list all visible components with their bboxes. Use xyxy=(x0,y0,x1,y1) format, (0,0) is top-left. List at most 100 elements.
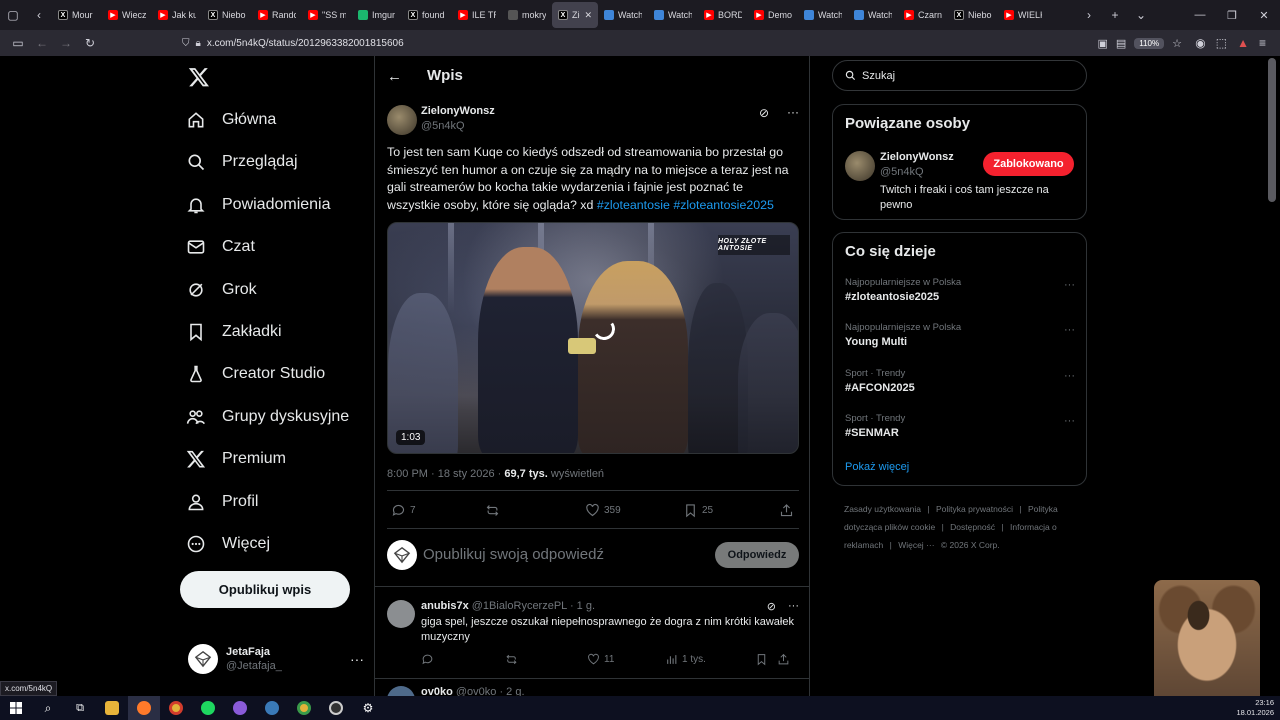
trend-item[interactable]: Sport · Trendy #AFCON2025 ··· xyxy=(845,368,1075,394)
sidebar-toggle-icon[interactable]: ▭ xyxy=(6,32,30,54)
browser-tab[interactable]: ▶ Demo xyxy=(748,2,798,28)
more-dots-icon[interactable]: ··· xyxy=(1064,415,1075,427)
nav-item-search[interactable]: Przeglądaj xyxy=(186,144,298,180)
more-dots-icon[interactable]: ··· xyxy=(788,600,799,613)
share-button[interactable] xyxy=(779,503,794,518)
nav-item-grok[interactable]: Grok xyxy=(186,272,257,308)
reply-avatar[interactable] xyxy=(387,686,415,696)
discord-icon[interactable] xyxy=(224,696,256,720)
extension-badge-icon[interactable]: ▲ xyxy=(1237,36,1249,50)
reply-input[interactable]: Opublikuj swoją odpowiedź xyxy=(423,546,604,563)
steam-icon[interactable] xyxy=(256,696,288,720)
bookmark-button[interactable]: 25 xyxy=(683,503,713,518)
footer-link[interactable]: © 2026 X Corp. xyxy=(941,540,1000,550)
related-name[interactable]: ZielonyWonsz xyxy=(880,151,954,163)
post-button[interactable]: Opublikuj wpis xyxy=(180,571,350,608)
account-switcher[interactable]: JetaFaja @Jetafaja_ ··· xyxy=(188,644,364,674)
url-bar[interactable]: ⛉ 🔒︎ x.com/5n4kQ/status/2012963382001815… xyxy=(182,32,1182,54)
repost-button[interactable] xyxy=(505,653,522,666)
nav-item-people[interactable]: Grupy dyskusyjne xyxy=(186,399,349,435)
tabs-scroll-right-icon[interactable]: › xyxy=(1076,0,1102,30)
browser-tab[interactable]: X Niebo xyxy=(202,2,252,28)
trend-item[interactable]: Sport · Trendy #SENMAR ··· xyxy=(845,413,1075,439)
reload-icon[interactable]: ↻ xyxy=(78,32,102,54)
star-icon[interactable]: ☆ xyxy=(1172,37,1182,50)
show-more-link[interactable]: Pokaż więcej xyxy=(845,461,909,473)
browser-tab[interactable]: X Mour xyxy=(52,2,102,28)
nav-item-mail[interactable]: Czat xyxy=(186,229,255,265)
reply-item[interactable]: ov0ko @ov0ko · 2 g. xyxy=(387,686,799,696)
author-handle[interactable]: @5n4kQ xyxy=(421,120,465,132)
hashtag-link[interactable]: #zloteantosie xyxy=(597,198,670,212)
tab-list-icon[interactable]: ⌄ xyxy=(1128,0,1154,30)
blocked-button[interactable]: Zablokowano xyxy=(983,152,1074,176)
reply-author[interactable]: ov0ko xyxy=(421,686,453,696)
author-avatar[interactable] xyxy=(387,105,417,135)
browser-tab[interactable]: ▶ ILE TR xyxy=(452,2,502,28)
reply-avatar[interactable] xyxy=(387,600,415,628)
reader-icon[interactable]: ▤ xyxy=(1116,37,1126,50)
more-dots-icon[interactable]: ··· xyxy=(1064,279,1075,291)
start-button[interactable] xyxy=(0,696,32,720)
browser-tab[interactable]: Imgur xyxy=(352,2,402,28)
nav-item-more-circle[interactable]: Więcej xyxy=(186,526,270,562)
grok-icon[interactable]: ⊘ xyxy=(767,600,776,613)
task-view-icon[interactable]: ⧉ xyxy=(64,696,96,720)
hashtag-link[interactable]: #zloteantosie2025 xyxy=(673,198,774,212)
scrollbar[interactable] xyxy=(1268,58,1276,202)
tabs-scroll-left-icon[interactable]: ‹ xyxy=(26,0,52,30)
back-arrow-icon[interactable]: ← xyxy=(387,68,402,85)
post-time[interactable]: 8:00 PM · 18 sty 2026 · xyxy=(387,468,504,480)
nav-item-bell[interactable]: Powiadomienia xyxy=(186,187,331,223)
footer-link[interactable]: Dostępność xyxy=(950,522,995,532)
account-icon[interactable]: ◉ xyxy=(1195,36,1205,50)
browser-tab[interactable]: Watch xyxy=(798,2,848,28)
related-avatar[interactable] xyxy=(845,151,875,181)
related-handle[interactable]: @5n4kQ xyxy=(880,166,924,178)
nav-item-home[interactable]: Główna xyxy=(186,102,276,138)
repost-button[interactable] xyxy=(485,503,504,518)
footer-link[interactable]: Więcej ··· xyxy=(898,540,934,550)
system-clock[interactable]: 23:16 18.01.2026 xyxy=(1236,698,1280,718)
search-box[interactable]: Szukaj xyxy=(832,60,1087,91)
browser-tab[interactable]: Xfound xyxy=(402,2,452,28)
reply-time[interactable]: · 1 g. xyxy=(570,600,595,612)
picture-in-picture-icon[interactable]: ▣ xyxy=(1097,37,1107,50)
forward-icon[interactable]: → xyxy=(54,32,78,54)
browser-tab[interactable]: Watch xyxy=(598,2,648,28)
browser-tab[interactable]: X Niebo xyxy=(948,2,998,28)
spotify-icon[interactable] xyxy=(192,696,224,720)
like-button[interactable]: 11 xyxy=(587,653,614,666)
nav-item-flask[interactable]: Creator Studio xyxy=(186,356,325,392)
browser-tab[interactable]: ▶ BORD xyxy=(698,2,748,28)
browser-tab[interactable]: Watch xyxy=(848,2,898,28)
author-name[interactable]: ZielonyWonsz xyxy=(421,105,495,117)
search-taskbar-icon[interactable]: ⌕ xyxy=(32,696,64,720)
grok-icon[interactable]: ⊘ xyxy=(759,106,769,120)
browser-tab[interactable]: ▶ Rando xyxy=(252,2,302,28)
browser-tab[interactable]: X Zie ✕ xyxy=(552,2,598,28)
browser-tab[interactable]: mokry xyxy=(502,2,552,28)
reply-button[interactable] xyxy=(421,653,438,666)
reply-time[interactable]: · 2 g. xyxy=(499,686,524,696)
reply-item[interactable]: anubis7x @1BialoRycerzePL · 1 g. ⊘ ··· g… xyxy=(387,598,799,678)
nav-item-bookmark[interactable]: Zakładki xyxy=(186,314,282,350)
share-button[interactable] xyxy=(777,653,790,666)
nav-item-person[interactable]: Profil xyxy=(186,484,258,520)
browser-tab[interactable]: ▶ Jak ku xyxy=(152,2,202,28)
browser-tab[interactable]: Watch xyxy=(648,2,698,28)
views-button[interactable]: 1 tys. xyxy=(665,653,706,666)
browser-tab[interactable]: ▶ Wiecz xyxy=(102,2,152,28)
video-player[interactable]: HOLY ZŁOTE ANTOSIE 1:03 xyxy=(387,222,799,454)
extensions-icon[interactable]: ⬚ xyxy=(1216,36,1227,50)
more-dots-icon[interactable]: ··· xyxy=(1064,324,1075,336)
close-tab-icon[interactable]: ✕ xyxy=(584,10,592,21)
reply-button[interactable]: 7 xyxy=(391,503,416,518)
reply-submit-button[interactable]: Odpowiedz xyxy=(715,542,799,568)
obs-icon[interactable] xyxy=(320,696,352,720)
more-dots-icon[interactable]: ··· xyxy=(1064,370,1075,382)
chrome-icon[interactable] xyxy=(160,696,192,720)
bookmark-button[interactable] xyxy=(755,653,768,666)
tab-overview-icon[interactable]: ▢ xyxy=(0,0,26,30)
reply-handle[interactable]: @ov0ko xyxy=(456,686,497,696)
